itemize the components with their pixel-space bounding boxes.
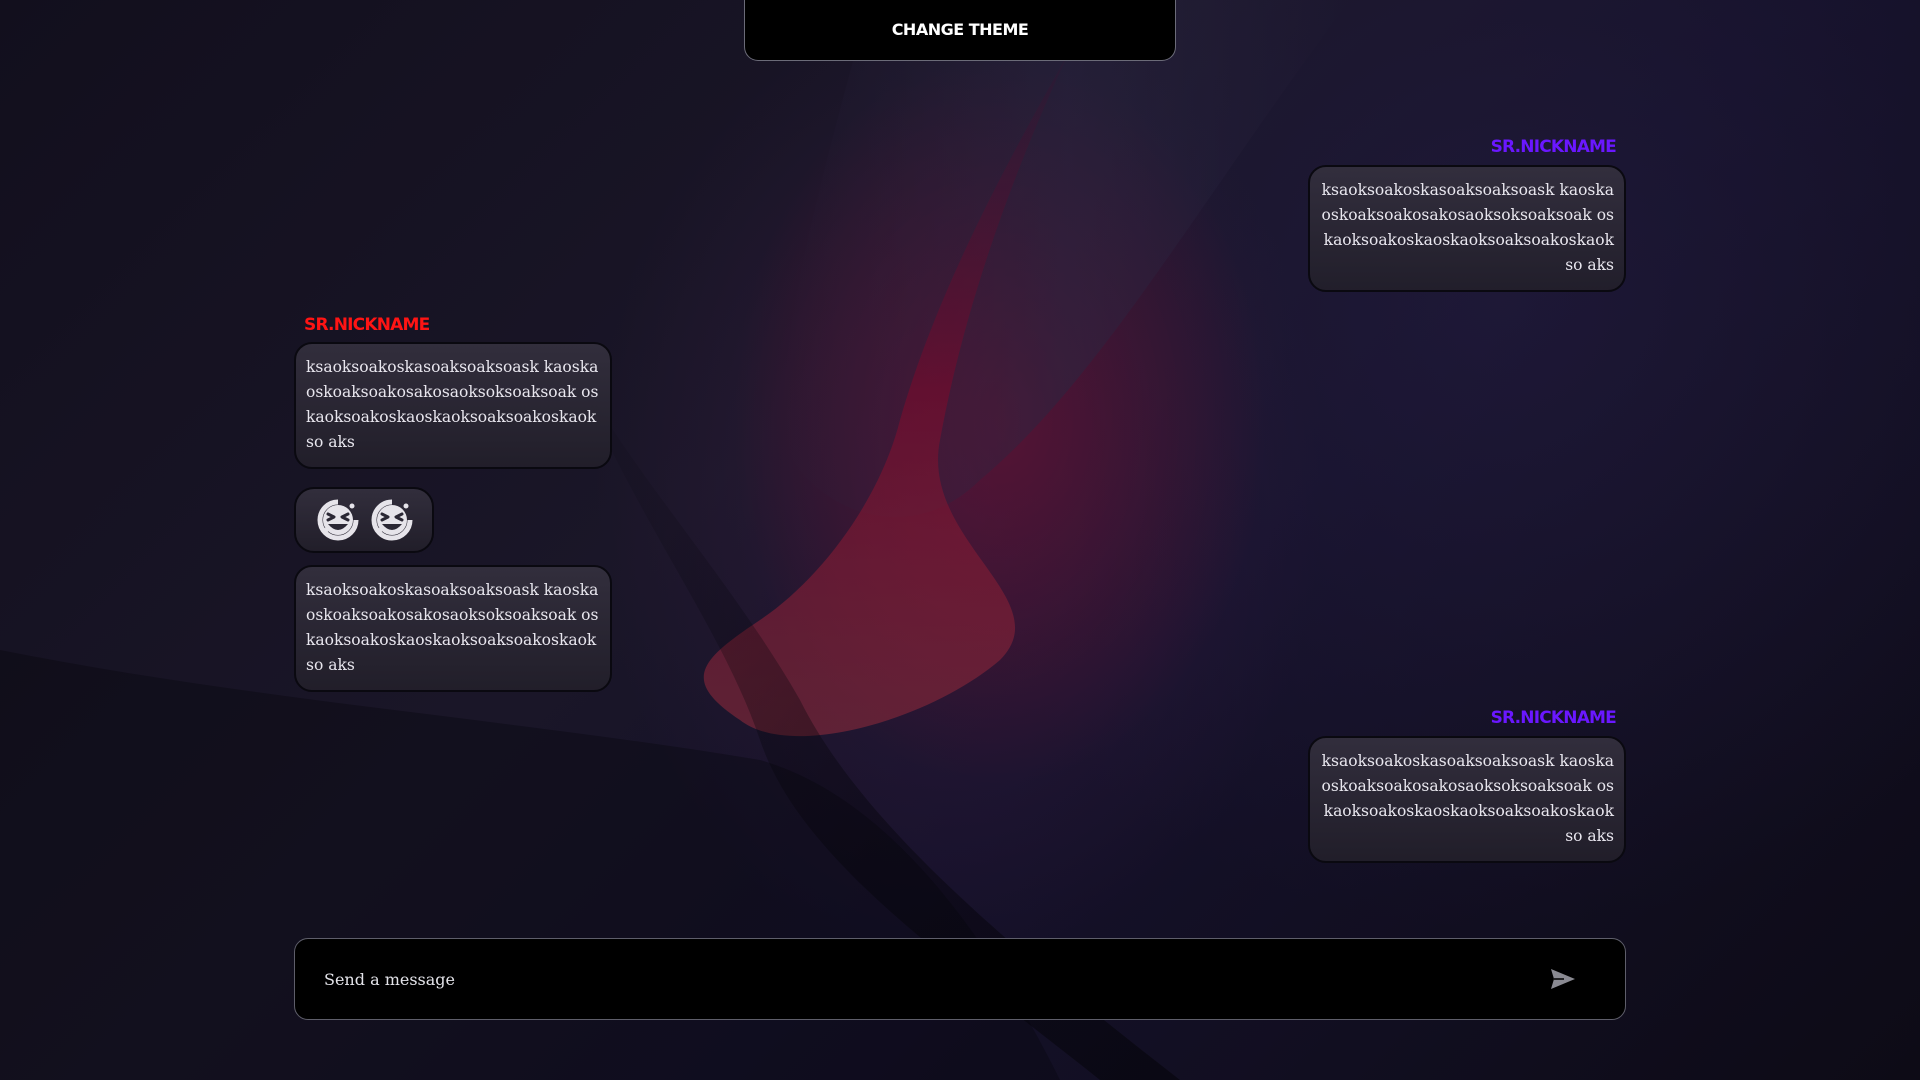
message-composer <box>294 938 1626 1020</box>
message-bubble: ksaoksoakoskasoaksoaksoask kaoskaoskoaks… <box>1308 736 1626 863</box>
background-art <box>0 0 1350 1080</box>
chat-screen: CHANGE THEME SR.NICKNAME ksaoksoakoskaso… <box>0 0 1920 1080</box>
change-theme-button[interactable]: CHANGE THEME <box>744 0 1176 61</box>
message-bubble: ksaoksoakoskasoaksoaksoask kaoskaoskoaks… <box>1308 165 1626 292</box>
emoji-message-bubble <box>294 487 434 553</box>
message-bubble: ksaoksoakoskasoaksoaksoask kaoskaoskoaks… <box>294 342 612 469</box>
message-nickname: SR.NICKNAME <box>1490 708 1617 728</box>
laughing-face-icon <box>317 499 359 541</box>
message-bubble: ksaoksoakoskasoaksoaksoask kaoskaoskoaks… <box>294 565 612 692</box>
message-input[interactable] <box>295 938 1543 1020</box>
send-icon <box>1551 969 1575 989</box>
message-nickname: SR.NICKNAME <box>304 315 430 335</box>
send-button[interactable] <box>1543 959 1583 999</box>
laughing-face-icon <box>371 499 413 541</box>
message-nickname: SR.NICKNAME <box>1490 137 1617 157</box>
